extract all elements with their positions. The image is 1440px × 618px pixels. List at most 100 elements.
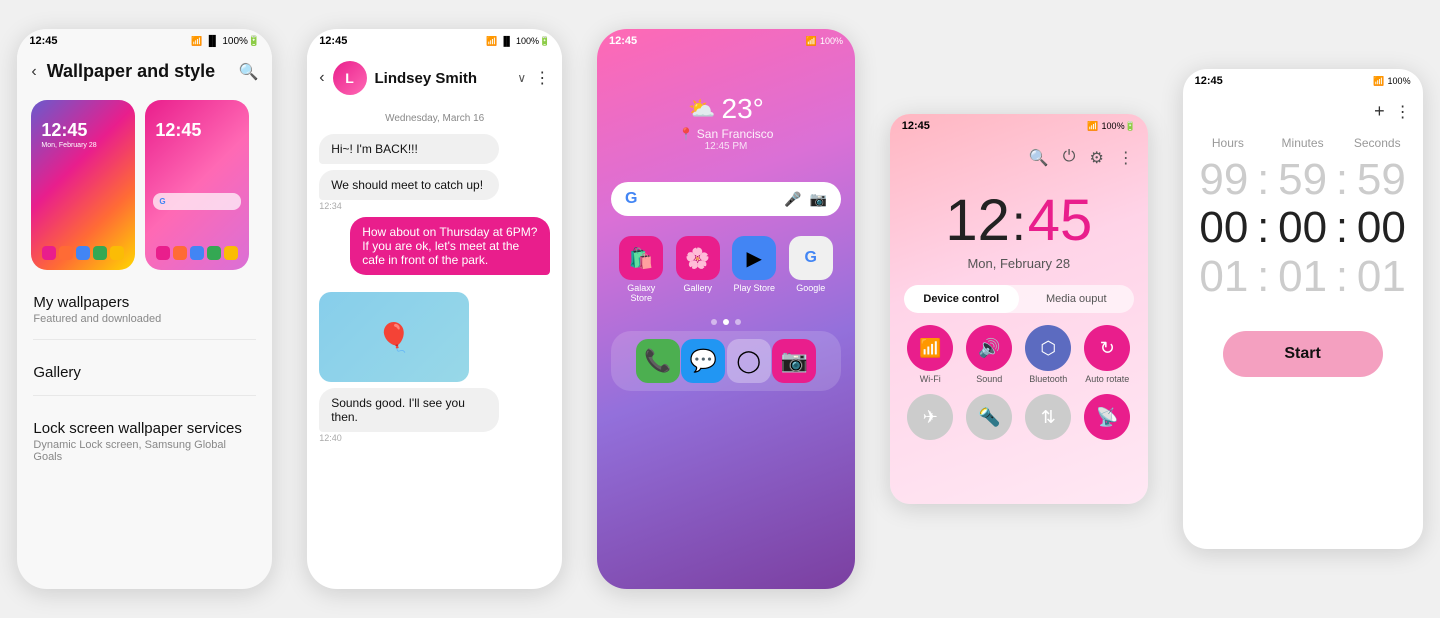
divider-1 [33,339,256,340]
status-bar-5: 12:45 📶 100% [1183,69,1423,93]
menu-sublabel-2: Dynamic Lock screen, Samsung Global Goal… [33,439,256,463]
chat-date: Wednesday, March 16 [319,113,550,124]
dock-teams-icon[interactable]: ◯ [727,339,771,383]
app-play-store[interactable]: ▶ Play Store [730,236,779,303]
quick-data[interactable]: ⇅ [1024,394,1073,440]
quick-wifi[interactable]: 📶 Wi-Fi [906,325,955,384]
tab-media-output[interactable]: Media ouput [1019,285,1134,313]
chat-balloon-image: 🎈 [319,292,469,382]
gallery-icon: 🌸 [676,236,720,280]
weather-row: ⛅ 23° [688,93,764,125]
more-icon-5[interactable]: ⋮ [1395,102,1411,122]
wallpaper-thumb-2[interactable]: 12:45 G [145,100,249,270]
menu-lock-screen[interactable]: Lock screen wallpaper services Dynamic L… [17,406,272,467]
phone-messaging: 12:45 📶 ▐▌ 100%🔋 ‹ L Lindsey Smith ∨ ⋮ W… [307,29,562,589]
mini-icon-c [190,246,204,260]
minutes-label: Minutes [1265,130,1340,156]
wallpaper-thumb-1[interactable]: 12:45 Mon, February 28 [31,100,135,270]
phone-lock: 12:45 📶 100%🔋 🔍 ⏻ ⚙ ⋮ 12 : 45 Mon, Febru… [890,114,1148,504]
message-3: How about on Thursday at 6PM? If you are… [350,217,550,286]
quick-sound[interactable]: 🔊 Sound [965,325,1014,384]
mini-icon-d [207,246,221,260]
status-time-4: 12:45 [902,120,930,132]
search-icon-4[interactable]: 🔍 [1029,148,1049,168]
rotate-quick-icon: ↻ [1084,325,1130,371]
status-bar-3: 12:45 📶 100% [597,29,855,53]
app-grid: 🛍️ Galaxy Store 🌸 Gallery ▶ Play Store G… [597,226,855,313]
back-icon-2[interactable]: ‹ [319,69,324,87]
message-4: Sounds good. I'll see you then. 12:40 [319,388,550,443]
quick-flashlight[interactable]: 🔦 [965,394,1014,440]
colon-top-2: : [1336,156,1348,204]
play-store-label: Play Store [733,283,775,293]
wifi-icon-5: 📶 [1373,76,1384,87]
hours-main[interactable]: 00 [1191,204,1258,252]
colon-top-1: : [1257,156,1269,204]
menu-gallery[interactable]: Gallery [17,350,272,385]
minutes-main[interactable]: 00 [1269,204,1336,252]
quick-icons-grid: 📶 Wi-Fi 🔊 Sound ⬡ Bluetooth ↻ Auto rotat… [890,313,1148,444]
status-icons-1: 📶 ▐▌ 100%🔋 [191,36,260,47]
flashlight-quick-icon: 🔦 [966,394,1012,440]
status-time-2: 12:45 [319,35,347,47]
app-google[interactable]: G Google [786,236,835,303]
settings-icon[interactable]: ⚙ [1089,148,1103,168]
dock-messages-icon[interactable]: 💬 [681,339,725,383]
rotate-label: Auto rotate [1085,374,1129,384]
wifi-icon-3: 📶 [806,36,817,47]
quick-airplane[interactable]: ✈ [906,394,955,440]
mini-icon-3 [76,246,90,260]
hours-top: 99 [1191,156,1258,204]
header-1: ‹ Wallpaper and style 🔍 [17,53,272,90]
seconds-main[interactable]: 00 [1348,204,1415,252]
phone-timer: 12:45 📶 100% + ⋮ Hours Minutes Seconds 9… [1183,69,1423,549]
power-icon[interactable]: ⏻ [1063,148,1076,168]
lock-min: 45 [1028,192,1093,250]
search-bar[interactable]: G 🎤 📷 [611,182,841,216]
top-action-icons: 🔍 ⏻ ⚙ ⋮ [890,138,1148,172]
camera-search-icon[interactable]: 📷 [810,191,827,208]
more-icon-4[interactable]: ⋮ [1118,148,1134,168]
colon-main-1: : [1257,204,1269,252]
hours-bottom: 01 [1191,253,1258,301]
status-bar-2: 12:45 📶 ▐▌ 100%🔋 [307,29,562,53]
mini-icon-5 [110,246,124,260]
chevron-icon[interactable]: ∨ [517,71,526,85]
minutes-top: 59 [1269,156,1336,204]
battery-text-4: 100%🔋 [1102,121,1136,132]
wallpaper-previews: 12:45 Mon, February 28 12:45 G [17,90,272,280]
thumb-icons [42,246,124,260]
wifi-label: Wi-Fi [920,374,941,384]
google-label: Google [796,283,825,293]
dock-dots [597,319,855,325]
city-name: 📍 San Francisco [678,127,773,141]
search-icon-1[interactable]: 🔍 [238,62,258,82]
app-dock: 📞 💬 ◯ 📷 [611,331,841,391]
back-arrow-icon[interactable]: ‹ [31,63,36,81]
quick-rotate[interactable]: ↻ Auto rotate [1083,325,1132,384]
status-icons-3: 📶 100% [806,36,843,47]
battery-icon-2: 100%🔋 [516,36,550,47]
dock-phone-icon[interactable]: 📞 [636,339,680,383]
colon-bottom-2: : [1336,253,1348,301]
timer-top-row: 99 : 59 : 59 [1183,156,1423,204]
more-icon[interactable]: ⋮ [534,68,550,88]
quick-bluetooth[interactable]: ⬡ Bluetooth [1024,325,1073,384]
lock-time: 12 : 45 [890,172,1148,256]
app-galaxy-store[interactable]: 🛍️ Galaxy Store [617,236,666,303]
add-icon[interactable]: + [1374,101,1385,122]
quick-hotspot[interactable]: 📡 [1083,394,1132,440]
bubble-time-4: 12:40 [319,433,550,443]
mic-icon[interactable]: 🎤 [784,191,801,208]
dot-3 [735,319,741,325]
msg-header: ‹ L Lindsey Smith ∨ ⋮ [307,53,562,103]
start-button[interactable]: Start [1223,331,1383,377]
tab-device-control[interactable]: Device control [904,285,1019,313]
lock-hour: 12 [945,192,1010,250]
menu-label-2: Lock screen wallpaper services [33,420,256,437]
dock-camera-icon[interactable]: 📷 [772,339,816,383]
bubble-left-1: Hi~! I'm BACK!!! [319,134,499,164]
weather-icon: ⛅ [688,96,715,122]
app-gallery[interactable]: 🌸 Gallery [673,236,722,303]
menu-my-wallpapers[interactable]: My wallpapers Featured and downloaded [17,280,272,329]
